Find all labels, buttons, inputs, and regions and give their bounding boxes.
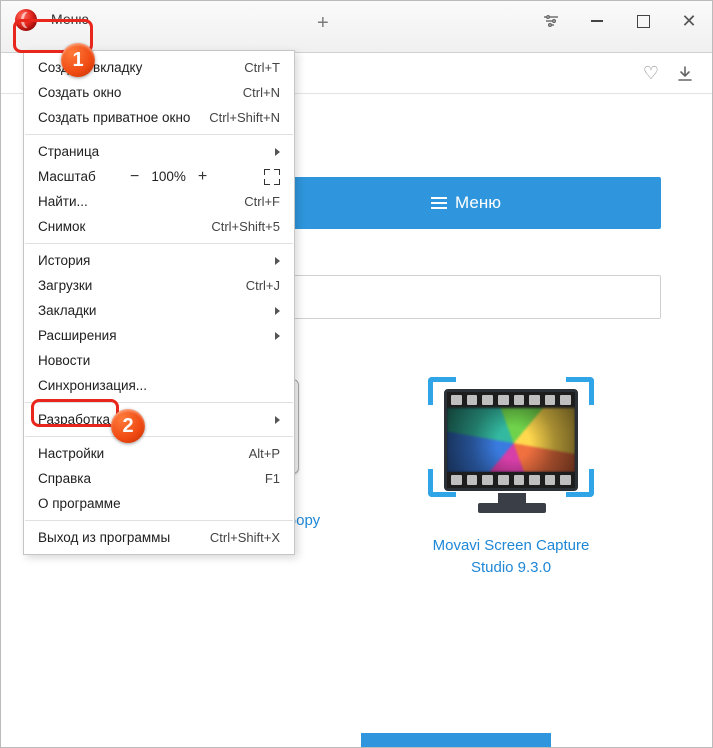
zoom-in-button[interactable]: + xyxy=(196,168,209,186)
page-subtitle-fragment: лем xyxy=(251,133,712,149)
bookmark-heart-icon[interactable]: ♡ xyxy=(634,57,668,91)
menu-sync[interactable]: Синхронизация... xyxy=(24,373,294,398)
close-button[interactable]: ✕ xyxy=(666,1,712,41)
menu-help[interactable]: Справка F1 xyxy=(24,466,294,491)
new-tab-button[interactable]: + xyxy=(309,9,337,37)
hamburger-icon xyxy=(431,197,447,209)
menu-about[interactable]: О программе xyxy=(24,491,294,516)
menu-separator xyxy=(25,436,293,437)
menu-developer[interactable]: Разработка xyxy=(24,407,294,432)
page-bottom-accent xyxy=(361,733,551,747)
site-mobile-menu-button[interactable]: Меню xyxy=(271,177,661,229)
minimize-button[interactable] xyxy=(574,1,620,41)
site-search-input[interactable] xyxy=(271,275,661,319)
menu-separator xyxy=(25,243,293,244)
menu-separator xyxy=(25,402,293,403)
app-menu-label: Меню xyxy=(51,11,89,27)
movavi-illustration xyxy=(426,379,596,519)
menu-new-private-window[interactable]: Создать приватное окно Ctrl+Shift+N xyxy=(24,105,294,130)
menu-news[interactable]: Новости xyxy=(24,348,294,373)
chevron-right-icon xyxy=(275,307,280,315)
menu-find[interactable]: Найти... Ctrl+F xyxy=(24,189,294,214)
menu-page[interactable]: Страница xyxy=(24,139,294,164)
browser-window: Меню + ✕ ♡ лем Меню xyxy=(0,0,713,748)
easy-setup-icon[interactable] xyxy=(528,1,574,41)
menu-exit[interactable]: Выход из программы Ctrl+Shift+X xyxy=(24,525,294,550)
chevron-right-icon xyxy=(275,148,280,156)
fullscreen-icon[interactable] xyxy=(264,169,280,185)
zoom-out-button[interactable]: − xyxy=(128,168,141,186)
menu-new-window[interactable]: Создать окно Ctrl+N xyxy=(24,80,294,105)
menu-separator xyxy=(25,134,293,135)
opera-logo-icon[interactable] xyxy=(15,9,37,31)
menu-history[interactable]: История xyxy=(24,248,294,273)
menu-zoom[interactable]: Масштаб − 100% + xyxy=(24,164,294,189)
chevron-right-icon xyxy=(275,332,280,340)
window-controls: ✕ xyxy=(528,1,712,41)
tile-movavi[interactable]: Movavi Screen Capture Studio 9.3.0 xyxy=(411,379,611,579)
site-mobile-menu-label: Меню xyxy=(455,193,501,213)
maximize-button[interactable] xyxy=(620,1,666,41)
chevron-right-icon xyxy=(275,257,280,265)
menu-separator xyxy=(25,520,293,521)
menu-settings[interactable]: Настройки Alt+P xyxy=(24,441,294,466)
title-bar: Меню + ✕ xyxy=(1,1,712,53)
downloads-icon[interactable] xyxy=(668,57,702,91)
menu-downloads[interactable]: Загрузки Ctrl+J xyxy=(24,273,294,298)
tile-movavi-caption: Movavi Screen Capture Studio 9.3.0 xyxy=(411,535,611,579)
menu-new-tab[interactable]: Создать вкладку Ctrl+T xyxy=(24,55,294,80)
app-menu-dropdown: Создать вкладку Ctrl+T Создать окно Ctrl… xyxy=(23,50,295,555)
menu-extensions[interactable]: Расширения xyxy=(24,323,294,348)
menu-bookmarks[interactable]: Закладки xyxy=(24,298,294,323)
menu-snapshot[interactable]: Снимок Ctrl+Shift+5 xyxy=(24,214,294,239)
chevron-right-icon xyxy=(275,416,280,424)
app-menu-button[interactable]: Меню xyxy=(45,8,99,30)
zoom-value: 100% xyxy=(151,169,186,184)
